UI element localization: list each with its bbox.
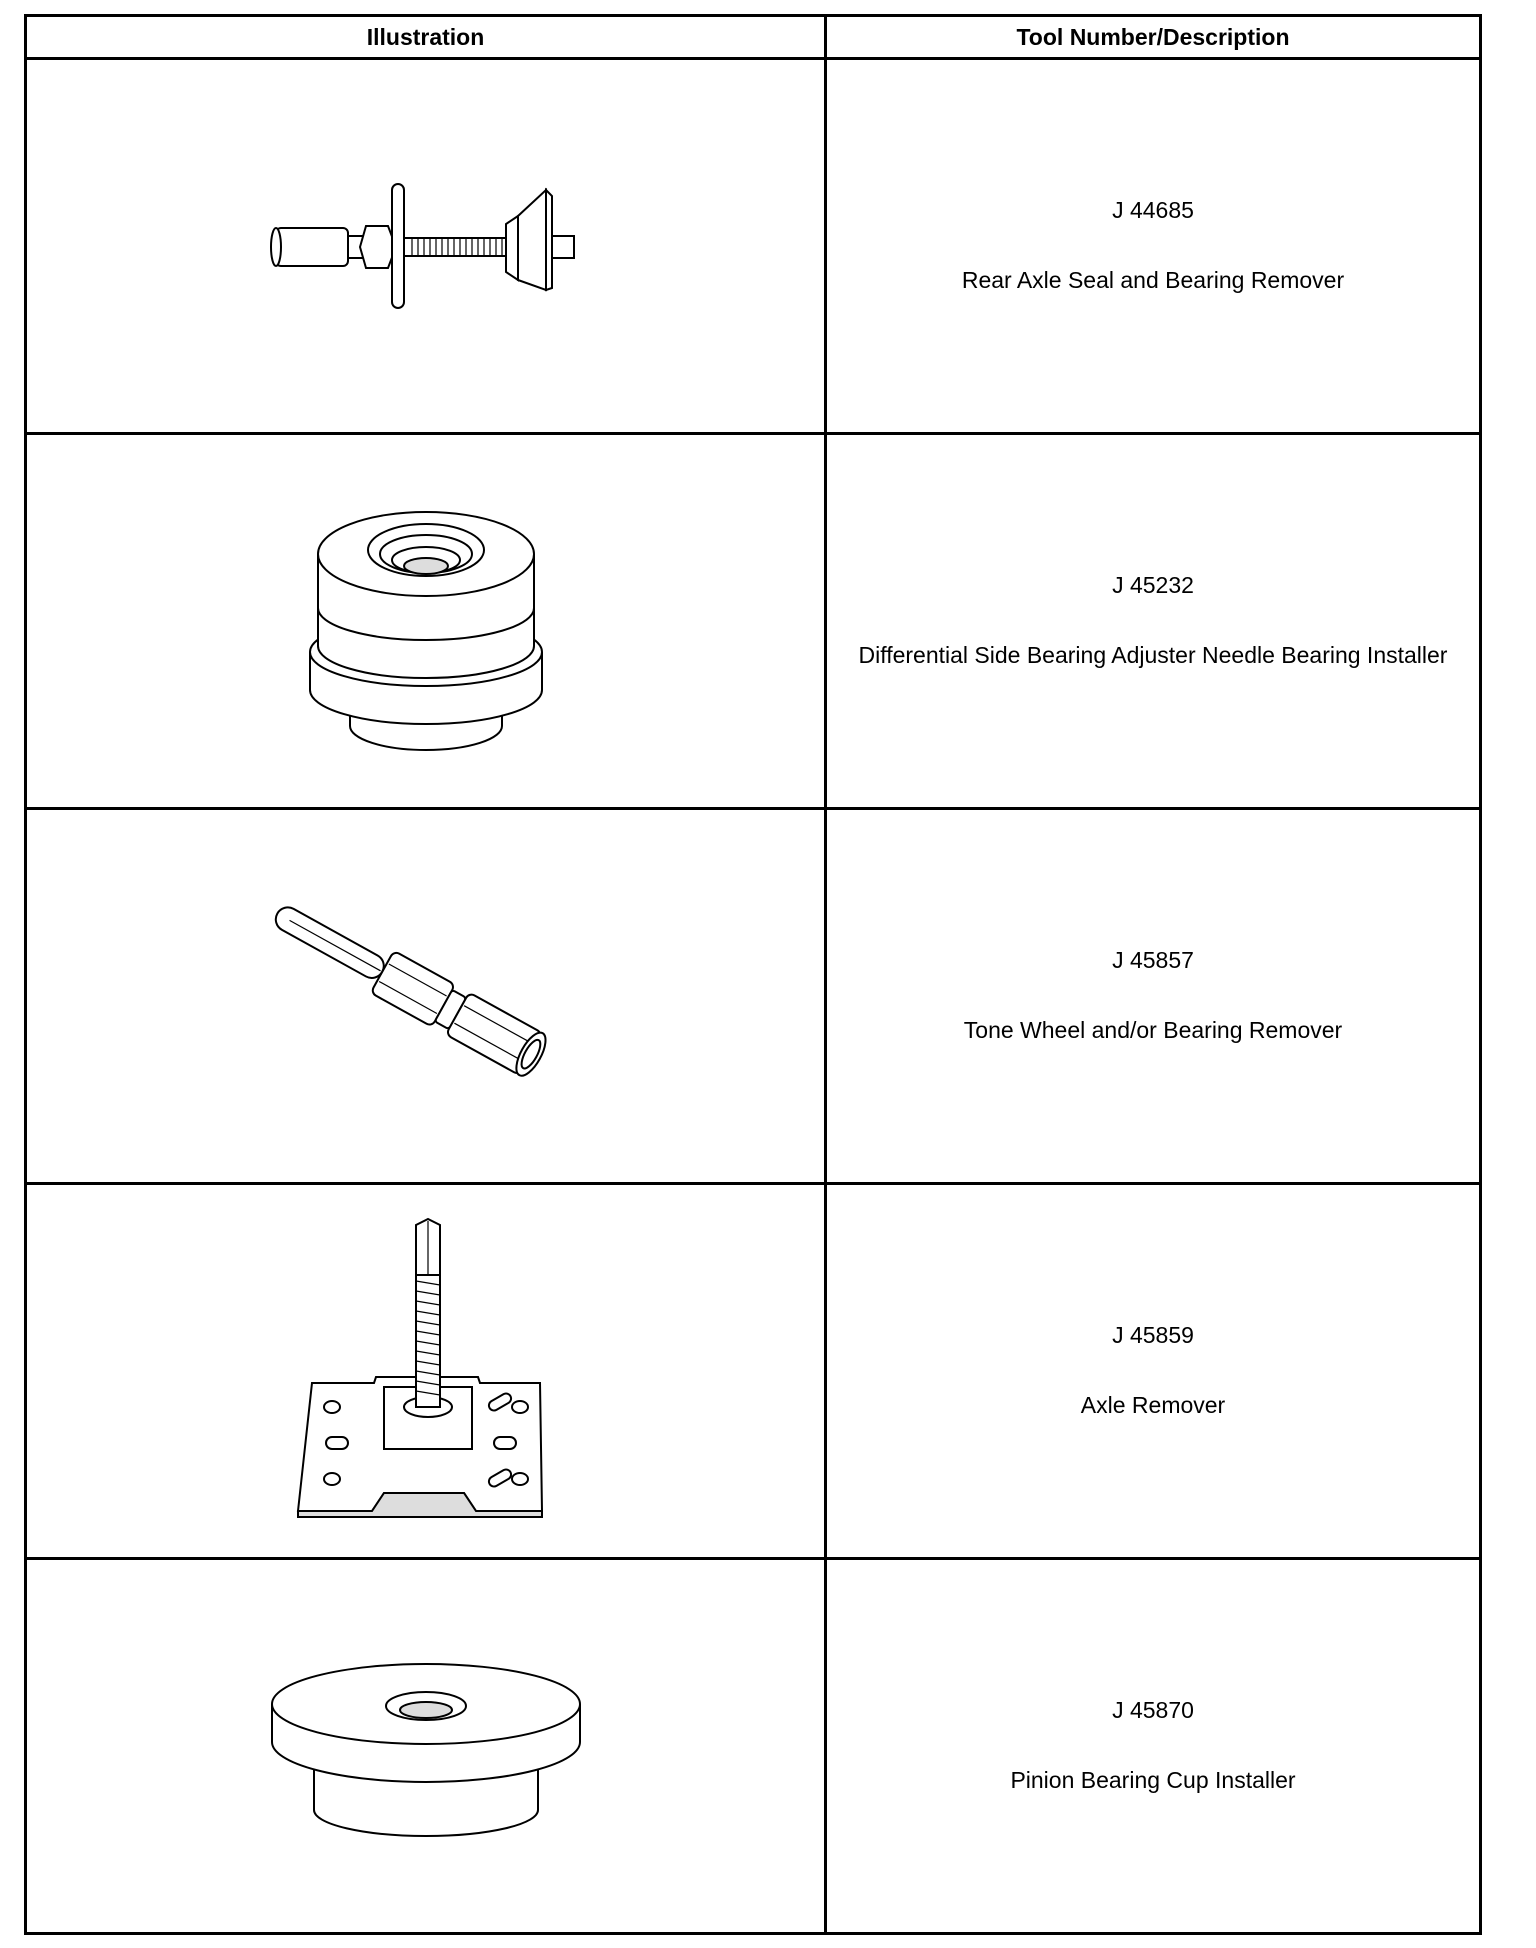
axle-seal-bearing-remover-icon: [256, 166, 596, 326]
table-row: J 45859 Axle Remover: [27, 1182, 1479, 1557]
tool-description-cell: J 45232 Differential Side Bearing Adjust…: [827, 435, 1479, 807]
tone-wheel-remover-icon: [256, 876, 596, 1116]
needle-bearing-installer-icon: [306, 476, 546, 766]
table-row: J 45232 Differential Side Bearing Adjust…: [27, 432, 1479, 807]
tool-number: J 45859: [1112, 1322, 1194, 1348]
tool-description: Tone Wheel and/or Bearing Remover: [963, 1017, 1343, 1043]
tool-number: J 45857: [1112, 947, 1194, 973]
table-row: J 45870 Pinion Bearing Cup Installer: [27, 1557, 1479, 1932]
axle-remover-icon: [296, 1211, 556, 1531]
tool-description-cell: J 45870 Pinion Bearing Cup Installer: [827, 1560, 1479, 1932]
illustration-cell: [27, 1185, 827, 1557]
pinion-bearing-cup-installer-icon: [266, 1646, 586, 1846]
tool-description: Differential Side Bearing Adjuster Needl…: [858, 642, 1448, 668]
tool-description: Axle Remover: [1080, 1392, 1226, 1418]
illustration-cell: [27, 60, 827, 432]
special-tools-table: Illustration Tool Number/Description J 4…: [24, 14, 1482, 1935]
tool-description-cell: J 45857 Tone Wheel and/or Bearing Remove…: [827, 810, 1479, 1182]
table-header-row: Illustration Tool Number/Description: [27, 17, 1479, 57]
table-row: J 44685 Rear Axle Seal and Bearing Remov…: [27, 57, 1479, 432]
header-tool-description: Tool Number/Description: [1016, 23, 1290, 50]
table-row: J 45857 Tone Wheel and/or Bearing Remove…: [27, 807, 1479, 1182]
illustration-cell: [27, 435, 827, 807]
header-illustration: Illustration: [27, 17, 827, 57]
tool-description-cell: J 44685 Rear Axle Seal and Bearing Remov…: [827, 60, 1479, 432]
tool-description: Pinion Bearing Cup Installer: [1010, 1767, 1296, 1793]
tool-number: J 45232: [1112, 572, 1194, 598]
illustration-cell: [27, 1560, 827, 1932]
tool-description: Rear Axle Seal and Bearing Remover: [961, 267, 1345, 293]
tool-description-cell: J 45859 Axle Remover: [827, 1185, 1479, 1557]
tool-number: J 44685: [1112, 197, 1194, 223]
illustration-cell: [27, 810, 827, 1182]
tool-number: J 45870: [1112, 1697, 1194, 1723]
